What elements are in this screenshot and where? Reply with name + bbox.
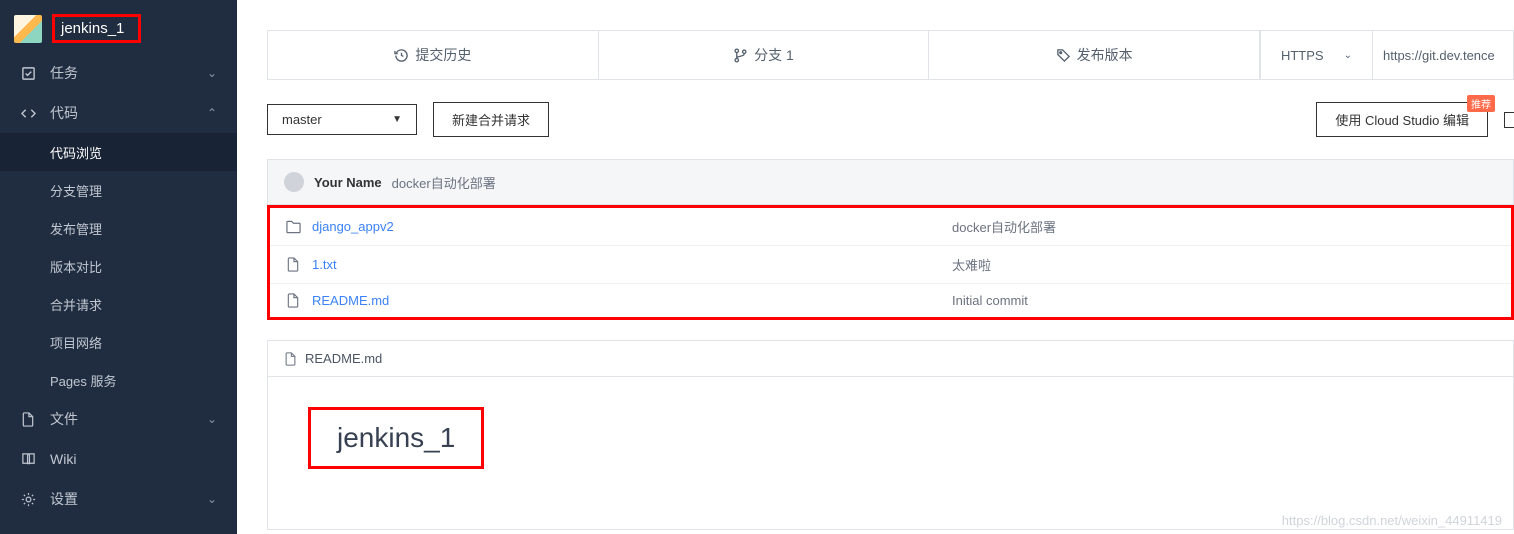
chevron-up-icon: ⌃ <box>207 106 217 120</box>
sidebar-label: Wiki <box>50 451 217 467</box>
extra-button[interactable] <box>1504 112 1514 128</box>
project-title[interactable]: jenkins_1 <box>61 20 124 37</box>
history-icon <box>394 48 409 63</box>
readme-header: README.md <box>268 341 1513 377</box>
chevron-down-icon: ⌄ <box>207 492 217 506</box>
sidebar-item-tasks[interactable]: 任务 ⌄ <box>0 53 237 93</box>
sidebar-sub-pages[interactable]: Pages 服务 <box>0 361 237 399</box>
tab-history[interactable]: 提交历史 <box>268 31 599 79</box>
caret-down-icon: ▼ <box>392 114 402 125</box>
file-name[interactable]: django_appv2 <box>312 219 952 234</box>
avatar <box>284 172 304 192</box>
chevron-down-icon: ⌄ <box>207 66 217 80</box>
file-name[interactable]: README.md <box>312 293 952 308</box>
file-commit-message: Initial commit <box>952 293 1028 308</box>
cloud-studio-button[interactable]: 使用 Cloud Studio 编辑 推荐 <box>1316 102 1488 137</box>
protocol-select[interactable]: HTTPS ⌄ <box>1260 31 1372 79</box>
chevron-down-icon: ⌄ <box>1344 50 1352 61</box>
file-list-highlight: django_appv2 docker自动化部署 1.txt 太难啦 READM… <box>267 205 1514 320</box>
sidebar-label: 代码 <box>50 103 207 123</box>
readme-panel: README.md jenkins_1 <box>267 340 1514 530</box>
branch-select[interactable]: master ▼ <box>267 104 417 135</box>
sidebar-label: 设置 <box>50 489 207 509</box>
file-icon <box>20 411 36 427</box>
toolbar: master ▼ 新建合并请求 使用 Cloud Studio 编辑 推荐 <box>267 102 1514 137</box>
project-title-highlight: jenkins_1 <box>52 14 141 43</box>
file-commit-message: docker自动化部署 <box>952 217 1056 236</box>
readme-heading-highlight: jenkins_1 <box>308 407 484 469</box>
sidebar-item-files[interactable]: 文件 ⌄ <box>0 399 237 439</box>
watermark: https://blog.csdn.net/weixin_44911419 <box>1282 513 1502 528</box>
project-avatar <box>14 15 42 43</box>
clone-url-input[interactable] <box>1373 48 1513 63</box>
file-icon <box>284 352 297 366</box>
sidebar-item-wiki[interactable]: Wiki <box>0 439 237 479</box>
repo-tabs: 提交历史 分支 1 发布版本 HTTPS ⌄ <box>267 30 1514 80</box>
sidebar-sub-releases[interactable]: 发布管理 <box>0 209 237 247</box>
sidebar-sub-browse[interactable]: 代码浏览 <box>0 133 237 171</box>
project-header: jenkins_1 <box>0 8 237 53</box>
file-icon <box>286 293 302 308</box>
file-name[interactable]: 1.txt <box>312 257 952 272</box>
new-merge-request-button[interactable]: 新建合并请求 <box>433 102 549 137</box>
file-row[interactable]: README.md Initial commit <box>270 284 1511 317</box>
sidebar-item-settings[interactable]: 设置 ⌄ <box>0 479 237 519</box>
latest-commit-bar: Your Name docker自动化部署 <box>267 159 1514 205</box>
tab-branches[interactable]: 分支 1 <box>599 31 930 79</box>
sidebar-item-code[interactable]: 代码 ⌃ <box>0 93 237 133</box>
tag-icon <box>1056 48 1071 63</box>
code-icon <box>20 105 36 121</box>
gear-icon <box>20 491 36 507</box>
book-icon <box>20 451 36 467</box>
file-row[interactable]: django_appv2 docker自动化部署 <box>270 208 1511 246</box>
tab-releases[interactable]: 发布版本 <box>929 31 1260 79</box>
sidebar-label: 任务 <box>50 63 207 83</box>
file-commit-message: 太难啦 <box>952 255 991 274</box>
readme-body: jenkins_1 <box>268 377 1513 529</box>
sidebar-sub-branches[interactable]: 分支管理 <box>0 171 237 209</box>
checkbox-icon <box>20 65 36 81</box>
chevron-down-icon: ⌄ <box>207 412 217 426</box>
branch-icon <box>733 48 748 63</box>
sidebar-label: 文件 <box>50 409 207 429</box>
commit-author: Your Name <box>314 175 382 190</box>
file-row[interactable]: 1.txt 太难啦 <box>270 246 1511 284</box>
sidebar-sub-mr[interactable]: 合并请求 <box>0 285 237 323</box>
sidebar: jenkins_1 任务 ⌄ 代码 ⌃ 代码浏览 分支管理 发布管理 版本对比 … <box>0 0 237 534</box>
sidebar-sub-network[interactable]: 项目网络 <box>0 323 237 361</box>
readme-filename: README.md <box>305 351 382 366</box>
commit-message: docker自动化部署 <box>392 173 496 192</box>
recommend-badge: 推荐 <box>1467 95 1495 112</box>
file-icon <box>286 257 302 272</box>
main-content: 提交历史 分支 1 发布版本 HTTPS ⌄ <box>237 0 1514 534</box>
folder-icon <box>286 220 302 234</box>
sidebar-sub-diff[interactable]: 版本对比 <box>0 247 237 285</box>
readme-heading: jenkins_1 <box>337 422 455 454</box>
